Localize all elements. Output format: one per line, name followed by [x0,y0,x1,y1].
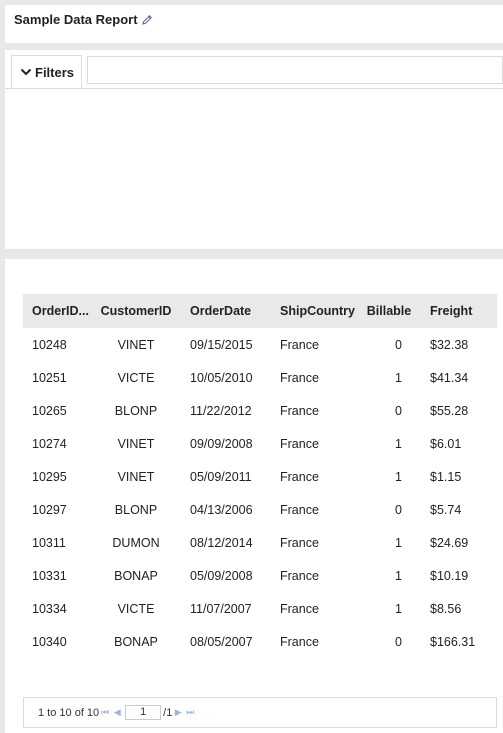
cell-freight: $1.15 [430,469,462,484]
cell-shipcountry: France [280,535,319,550]
cell-orderid: 10331 [32,568,67,583]
column-header-customerid[interactable]: CustomerID [91,304,181,318]
column-header-freight[interactable]: Freight [419,304,497,318]
cell-freight: $41.34 [430,370,469,385]
table-row[interactable]: 10340 BONAP 08/05/2007 France 0 $166.31 [23,625,497,658]
cell-freight: $32.38 [430,337,469,352]
cell-orderid: 10297 [32,502,67,517]
cell-orderid: 10295 [32,469,67,484]
column-header-orderid[interactable]: OrderID... [23,304,91,318]
cell-orderid: 10340 [32,634,67,649]
column-header-billable[interactable]: Billable [359,304,419,318]
cell-orderdate: 05/09/2008 [190,568,253,583]
cell-billable: 1 [395,370,402,385]
first-page-icon[interactable]: ⏮ [99,707,111,718]
cell-freight: $166.31 [430,634,476,649]
cell-freight: $55.28 [430,403,469,418]
pencil-icon[interactable] [141,14,153,26]
column-header-orderdate[interactable]: OrderDate [181,304,271,318]
last-page-icon[interactable]: ⏭ [184,707,196,718]
cell-customerid: BONAP [114,568,158,583]
grid-body: 10248 VINET 09/15/2015 France 0 $32.38 10251 VI… [23,328,497,658]
cell-billable: 0 [395,634,402,649]
filters-input[interactable] [87,56,503,84]
cell-orderid: 10274 [32,436,67,451]
cell-billable: 1 [395,469,402,484]
cell-orderdate: 09/09/2008 [190,436,253,451]
column-header-shipcountry[interactable]: ShipCountry [271,304,359,318]
cell-orderdate: 05/09/2011 [190,469,252,484]
cell-shipcountry: France [280,403,319,418]
next-page-icon[interactable]: ▶ [172,707,184,718]
cell-orderid: 10265 [32,403,67,418]
cell-freight: $6.01 [430,436,462,451]
cell-billable: 1 [395,568,402,583]
cell-customerid: BLONP [114,502,158,517]
cell-billable: 1 [395,535,402,550]
cell-customerid: VINET [117,469,155,484]
table-row[interactable]: 10311 DUMON 08/12/2014 France 1 $24.69 [23,526,497,559]
cell-customerid: DUMON [112,535,160,550]
data-grid: OrderID... CustomerID OrderDate ShipCoun… [23,294,497,658]
cell-billable: 0 [395,403,402,418]
cell-orderdate: 10/05/2010 [190,370,253,385]
table-row[interactable]: 10297 BLONP 04/13/2006 France 0 $5.74 [23,493,497,526]
cell-shipcountry: France [280,370,319,385]
cell-orderid: 10334 [32,601,67,616]
cell-shipcountry: France [280,502,319,517]
cell-billable: 1 [395,436,402,451]
table-row[interactable]: 10274 VINET 09/09/2008 France 1 $6.01 [23,427,497,460]
report-title-wrap: Sample Data Report [14,12,153,27]
table-row[interactable]: 10248 VINET 09/15/2015 France 0 $32.38 [23,328,497,361]
cell-orderdate: 09/15/2015 [190,337,253,352]
cell-shipcountry: France [280,436,319,451]
cell-customerid: VINET [117,436,155,451]
table-row[interactable]: 10331 BONAP 05/09/2008 France 1 $10.19 [23,559,497,592]
cell-shipcountry: France [280,337,319,352]
page-number-input[interactable]: 1 [125,705,162,720]
pager-summary: 1 to 10 of 10 [38,706,100,719]
cell-customerid: VINET [117,337,155,352]
cell-customerid: VICTE [117,370,155,385]
page-total: /1 [163,706,173,719]
cell-orderid: 10248 [32,337,67,352]
cell-shipcountry: France [280,601,319,616]
table-row[interactable]: 10265 BLONP 11/22/2012 France 0 $55.28 [23,394,497,427]
cell-customerid: BONAP [114,634,158,649]
cell-customerid: BLONP [114,403,158,418]
filters-label: Filters [35,64,75,80]
cell-shipcountry: France [280,634,319,649]
cell-customerid: VICTE [117,601,155,616]
cell-billable: 1 [395,601,402,616]
grid-header: OrderID... CustomerID OrderDate ShipCoun… [23,294,497,328]
cell-billable: 0 [395,337,402,352]
cell-orderdate: 08/05/2007 [190,634,253,649]
filters-toggle[interactable]: Filters [11,55,82,88]
table-row[interactable]: 10295 VINET 05/09/2011 France 1 $1.15 [23,460,497,493]
pager: 1 to 10 of 10 ⏮ ◀ 1 /1 ▶ ⏭ [23,697,497,728]
cell-orderdate: 04/13/2006 [190,502,253,517]
cell-freight: $5.74 [430,502,462,517]
cell-freight: $8.56 [430,601,462,616]
cell-orderdate: 11/07/2007 [190,601,252,616]
cell-orderid: 10251 [32,370,67,385]
report-header: Sample Data Report [5,5,503,43]
table-row[interactable]: 10334 VICTE 11/07/2007 France 1 $8.56 [23,592,497,625]
filters-divider [5,88,503,89]
cell-freight: $10.19 [430,568,469,583]
cell-orderdate: 08/12/2014 [190,535,253,550]
prev-page-icon[interactable]: ◀ [111,707,123,718]
cell-orderdate: 11/22/2012 [190,403,252,418]
table-row[interactable]: 10251 VICTE 10/05/2010 France 1 $41.34 [23,361,497,394]
filters-panel: Filters [5,50,503,249]
cell-shipcountry: France [280,568,319,583]
report-title: Sample Data Report [14,12,138,27]
chevron-down-icon [20,66,32,78]
cell-billable: 0 [395,502,402,517]
cell-freight: $24.69 [430,535,469,550]
cell-shipcountry: France [280,469,319,484]
data-panel: OrderID... CustomerID OrderDate ShipCoun… [5,259,503,733]
cell-orderid: 10311 [32,535,66,550]
